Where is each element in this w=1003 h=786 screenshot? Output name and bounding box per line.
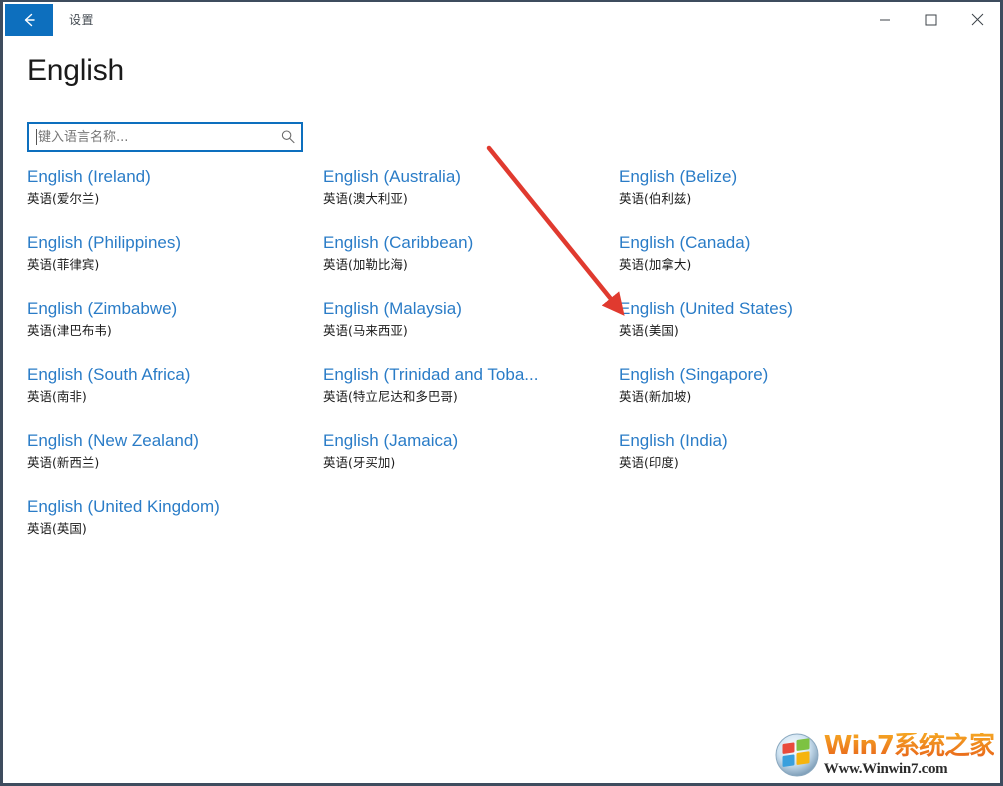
language-native-name: English (Malaysia)	[323, 299, 462, 318]
language-native-name: English (Philippines)	[27, 233, 182, 252]
minimize-icon	[879, 14, 891, 26]
language-local-name: 英语(爱尔兰)	[27, 191, 100, 206]
arrow-left-icon	[19, 10, 39, 30]
close-button[interactable]	[954, 2, 1000, 37]
language-local-name: 英语(南非)	[27, 389, 87, 404]
language-item-english-philippines[interactable]: English (Philippines) 英语(菲律宾)	[25, 232, 321, 298]
language-local-name: 英语(特立尼达和多巴哥)	[323, 389, 458, 404]
language-item-english-caribbean[interactable]: English (Caribbean) 英语(加勒比海)	[321, 232, 617, 298]
language-item-english-united-states[interactable]: English (United States) 英语(美国)	[617, 298, 913, 364]
maximize-icon	[925, 14, 937, 26]
language-item-english-singapore[interactable]: English (Singapore) 英语(新加坡)	[617, 364, 913, 430]
language-local-name: 英语(伯利兹)	[619, 191, 692, 206]
language-item-english-canada[interactable]: English (Canada) 英语(加拿大)	[617, 232, 913, 298]
watermark-title: Win7系统之家	[823, 731, 995, 761]
close-icon	[971, 13, 984, 26]
language-local-name: 英语(澳大利亚)	[323, 191, 408, 206]
title-bar: 设置	[3, 2, 1000, 38]
language-local-name: 英语(菲律宾)	[27, 257, 100, 272]
settings-window: 设置 English 键入语言名称... English (Ireland) 英…	[0, 0, 1003, 786]
language-native-name: English (Jamaica)	[323, 431, 459, 450]
page-title: English	[27, 54, 124, 87]
language-native-name: English (Zimbabwe)	[27, 299, 178, 318]
back-button[interactable]	[5, 4, 53, 36]
language-column-3: English (Belize) 英语(伯利兹) English (Canada…	[617, 166, 913, 562]
language-native-name: English (Ireland)	[27, 167, 151, 186]
watermark-url: Www.Winwin7.com	[823, 761, 948, 777]
app-title: 设置	[69, 13, 95, 27]
language-item-english-ireland[interactable]: English (Ireland) 英语(爱尔兰)	[25, 166, 321, 232]
language-column-1: English (Ireland) 英语(爱尔兰) English (Phili…	[25, 166, 321, 562]
language-local-name: 英语(加勒比海)	[323, 257, 408, 272]
language-native-name: English (Caribbean)	[323, 233, 474, 252]
language-native-name: English (United Kingdom)	[27, 497, 220, 516]
language-native-name: English (New Zealand)	[27, 431, 199, 450]
language-local-name: 英语(印度)	[619, 455, 679, 470]
language-local-name: 英语(牙买加)	[323, 455, 396, 470]
language-item-english-india[interactable]: English (India) 英语(印度)	[617, 430, 913, 496]
maximize-button[interactable]	[908, 2, 954, 37]
language-native-name: English (Australia)	[323, 167, 461, 186]
language-item-english-belize[interactable]: English (Belize) 英语(伯利兹)	[617, 166, 913, 232]
language-local-name: 英语(马来西亚)	[323, 323, 408, 338]
watermark: Win7系统之家 Www.Winwin7.com	[774, 729, 995, 781]
language-local-name: 英语(津巴布韦)	[27, 323, 112, 338]
content-area: English English (Ireland) 英语(爱尔兰) Englis	[3, 38, 1000, 783]
language-local-name: 英语(美国)	[619, 323, 679, 338]
language-local-name: 英语(英国)	[27, 521, 87, 536]
language-native-name: English (South Africa)	[27, 365, 191, 384]
language-item-english-australia[interactable]: English (Australia) 英语(澳大利亚)	[321, 166, 617, 232]
language-column-2: English (Australia) 英语(澳大利亚) English (Ca…	[321, 166, 617, 562]
language-native-name: English (Trinidad and Toba...	[323, 365, 539, 384]
language-local-name: 英语(新西兰)	[27, 455, 100, 470]
language-item-english-new-zealand[interactable]: English (New Zealand) 英语(新西兰)	[25, 430, 321, 496]
watermark-text: Win7系统之家 Www.Winwin7.com	[823, 731, 995, 777]
language-item-english-trinidad-and-tobago[interactable]: English (Trinidad and Toba... 英语(特立尼达和多巴…	[321, 364, 617, 430]
language-item-english-zimbabwe[interactable]: English (Zimbabwe) 英语(津巴布韦)	[25, 298, 321, 364]
windows-logo-icon	[774, 732, 820, 778]
language-local-name: 英语(新加坡)	[619, 389, 692, 404]
language-item-english-jamaica[interactable]: English (Jamaica) 英语(牙买加)	[321, 430, 617, 496]
language-list: English (Ireland) 英语(爱尔兰) English (Phili…	[25, 166, 975, 562]
minimize-button[interactable]	[862, 2, 908, 37]
search-input[interactable]	[37, 124, 275, 150]
language-native-name: English (Belize)	[619, 167, 738, 186]
language-native-name: English (Singapore)	[619, 365, 769, 384]
language-item-english-malaysia[interactable]: English (Malaysia) 英语(马来西亚)	[321, 298, 617, 364]
language-local-name: 英语(加拿大)	[619, 257, 692, 272]
language-native-name: English (United States)	[619, 299, 793, 318]
window-controls	[862, 2, 1000, 37]
language-item-english-south-africa[interactable]: English (South Africa) 英语(南非)	[25, 364, 321, 430]
search-box[interactable]	[27, 122, 303, 152]
language-native-name: English (India)	[619, 431, 728, 450]
language-item-english-united-kingdom[interactable]: English (United Kingdom) 英语(英国)	[25, 496, 321, 562]
search-icon[interactable]	[275, 129, 301, 145]
language-native-name: English (Canada)	[619, 233, 751, 252]
